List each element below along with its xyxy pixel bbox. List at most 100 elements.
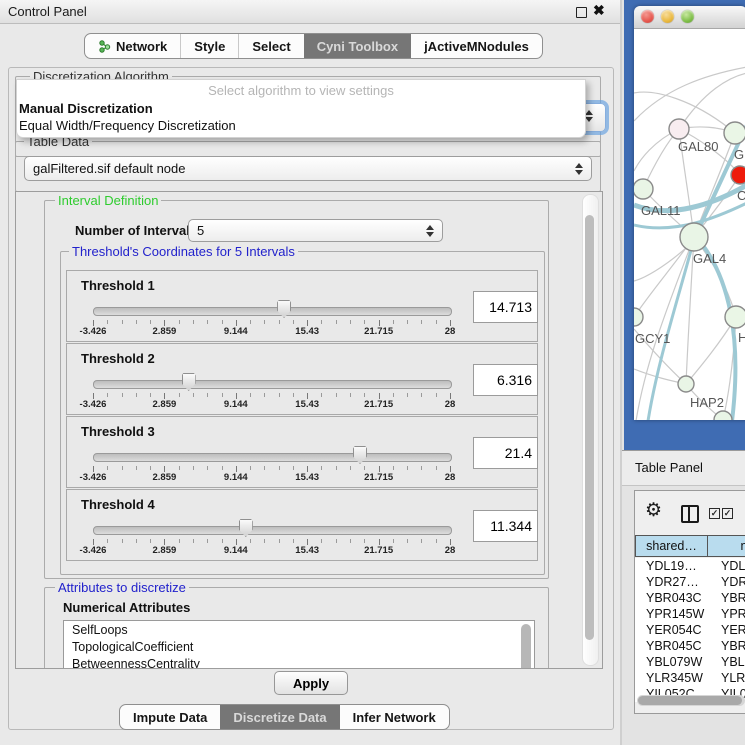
slider-tick	[107, 320, 108, 324]
numerical-attributes-list: SelfLoopsTopologicalCoefficientBetweenne…	[63, 620, 535, 669]
settings-vertical-scrollbar[interactable]	[582, 194, 599, 666]
threshold-panel: Threshold 2-3.4262.8599.14415.4321.71528	[66, 343, 538, 415]
cell-shared-name: YDR27…	[646, 575, 699, 589]
slider-tick	[150, 466, 151, 470]
apply-button[interactable]: Apply	[274, 671, 348, 695]
slider-tick	[393, 539, 394, 543]
thresholds-group: Threshold's Coordinates for 5 Intervals …	[60, 251, 545, 575]
num-intervals-combobox[interactable]: 5	[188, 219, 443, 242]
tab-select[interactable]: Select	[238, 34, 303, 58]
float-icon[interactable]	[576, 7, 587, 18]
column-header-name[interactable]: na	[708, 535, 745, 557]
slider-tick	[107, 393, 108, 397]
tab-infer-network[interactable]: Infer Network	[340, 705, 449, 729]
slider-tick	[336, 466, 337, 470]
list-scrollbar[interactable]	[521, 624, 531, 669]
tab-discretize-data[interactable]: Discretize Data	[220, 705, 339, 729]
slider-tick	[179, 466, 180, 470]
slider-tick	[222, 320, 223, 324]
table-row[interactable]: YBR043CYBR0	[635, 590, 745, 606]
tab-style[interactable]: Style	[180, 34, 238, 58]
slider-tick-label: 21.715	[364, 399, 393, 410]
slider-tick-label: 28	[445, 472, 456, 483]
slider-tick	[122, 466, 123, 470]
tab-network[interactable]: Network	[85, 34, 180, 58]
table-row[interactable]: YDL19…YDL1	[635, 558, 745, 574]
slider-tick	[122, 539, 123, 543]
slider-track[interactable]	[93, 453, 452, 462]
tab-impute-data[interactable]: Impute Data	[120, 705, 220, 729]
mac-zoom-icon[interactable]	[681, 10, 694, 23]
network-node[interactable]	[714, 411, 732, 420]
checkbox-icon[interactable]: ✓	[709, 508, 720, 519]
threshold-label: Threshold 2	[81, 351, 155, 366]
right-panel: GAL80GCGAL11GAL4GCY1HHAP2 Table Panel ⚙ …	[620, 0, 745, 745]
numerical-attributes-label: Numerical Attributes	[63, 600, 190, 615]
network-node[interactable]	[725, 306, 745, 328]
attributes-group-title: Attributes to discretize	[55, 580, 189, 595]
slider-tick	[407, 320, 408, 324]
checkbox-icon[interactable]: ✓	[722, 508, 733, 519]
slider-tick	[436, 393, 437, 397]
tab-cyni-toolbox[interactable]: Cyni Toolbox	[304, 34, 411, 58]
table-data-combobox[interactable]: galFiltered.sif default node	[24, 156, 592, 181]
slider-tick	[350, 320, 351, 324]
network-node[interactable]	[634, 179, 653, 199]
slider-tick	[336, 393, 337, 397]
threshold-value-field[interactable]	[473, 437, 538, 469]
tab-jactivemnodules[interactable]: jActiveMNodules	[411, 34, 542, 58]
network-node-label: G	[734, 147, 744, 162]
slider-tick-label: 28	[445, 326, 456, 337]
dropdown-option-equal-width[interactable]: Equal Width/Frequency Discretization	[19, 118, 236, 133]
slider-tick	[222, 466, 223, 470]
network-canvas[interactable]: GAL80GCGAL11GAL4GCY1HHAP2	[634, 29, 745, 420]
network-node[interactable]	[634, 308, 643, 326]
slider-tick	[279, 466, 280, 470]
slider-tick	[293, 466, 294, 470]
table-row[interactable]: YDR27…YDR2	[635, 574, 745, 590]
network-node[interactable]	[669, 119, 689, 139]
split-columns-icon[interactable]	[681, 505, 699, 523]
mac-minimize-icon[interactable]	[661, 10, 674, 23]
slider-tick	[350, 539, 351, 543]
network-node[interactable]	[731, 166, 745, 184]
slider-tick-label: 2.859	[153, 472, 177, 483]
threshold-value-field[interactable]	[473, 364, 538, 396]
slider-tick	[336, 320, 337, 324]
attribute-list-item[interactable]: TopologicalCoefficient	[64, 638, 534, 655]
network-node[interactable]	[680, 223, 708, 251]
network-node[interactable]	[724, 122, 745, 144]
horizontal-scrollbar[interactable]	[637, 695, 745, 706]
slider-tick	[421, 393, 422, 397]
slider-tick-label: -3.426	[80, 545, 107, 556]
slider-track[interactable]	[93, 526, 452, 535]
slider-tick	[393, 466, 394, 470]
threshold-value-field[interactable]	[473, 510, 538, 542]
slider-tick	[107, 466, 108, 470]
attribute-list-item[interactable]: BetweennessCentrality	[64, 655, 534, 669]
slider-tick-label: 28	[445, 545, 456, 556]
network-window-titlebar[interactable]	[634, 6, 745, 29]
close-icon[interactable]: ✖	[593, 2, 605, 19]
slider-track[interactable]	[93, 380, 452, 389]
table-row[interactable]: YLR345WYLR3	[635, 670, 745, 686]
table-row[interactable]: YBL079WYBL0	[635, 654, 745, 670]
slider-tick	[207, 466, 208, 470]
threshold-value-field[interactable]	[473, 291, 538, 323]
mac-close-icon[interactable]	[641, 10, 654, 23]
slider-tick-label: 2.859	[153, 399, 177, 410]
table-row[interactable]: YER054CYER0	[635, 622, 745, 638]
table-row[interactable]: YBR045CYBR0	[635, 638, 745, 654]
table-row[interactable]: YPR145WYPR1	[635, 606, 745, 622]
attribute-list-item[interactable]: SelfLoops	[64, 621, 534, 638]
slider-tick-label: -3.426	[80, 326, 107, 337]
slider-track[interactable]	[93, 307, 452, 316]
column-header-shared-name[interactable]: shared…	[635, 535, 708, 557]
network-node-labels: GAL80GCGAL11GAL4GCY1HHAP2	[635, 139, 745, 410]
network-node[interactable]	[678, 376, 694, 392]
thresholds-group-title: Threshold's Coordinates for 5 Intervals	[69, 244, 298, 259]
gear-icon[interactable]: ⚙	[645, 499, 662, 522]
dropdown-option-manual[interactable]: Manual Discretization	[19, 101, 153, 116]
slider-tick-label: 21.715	[364, 545, 393, 556]
tab-network-label: Network	[116, 39, 167, 54]
